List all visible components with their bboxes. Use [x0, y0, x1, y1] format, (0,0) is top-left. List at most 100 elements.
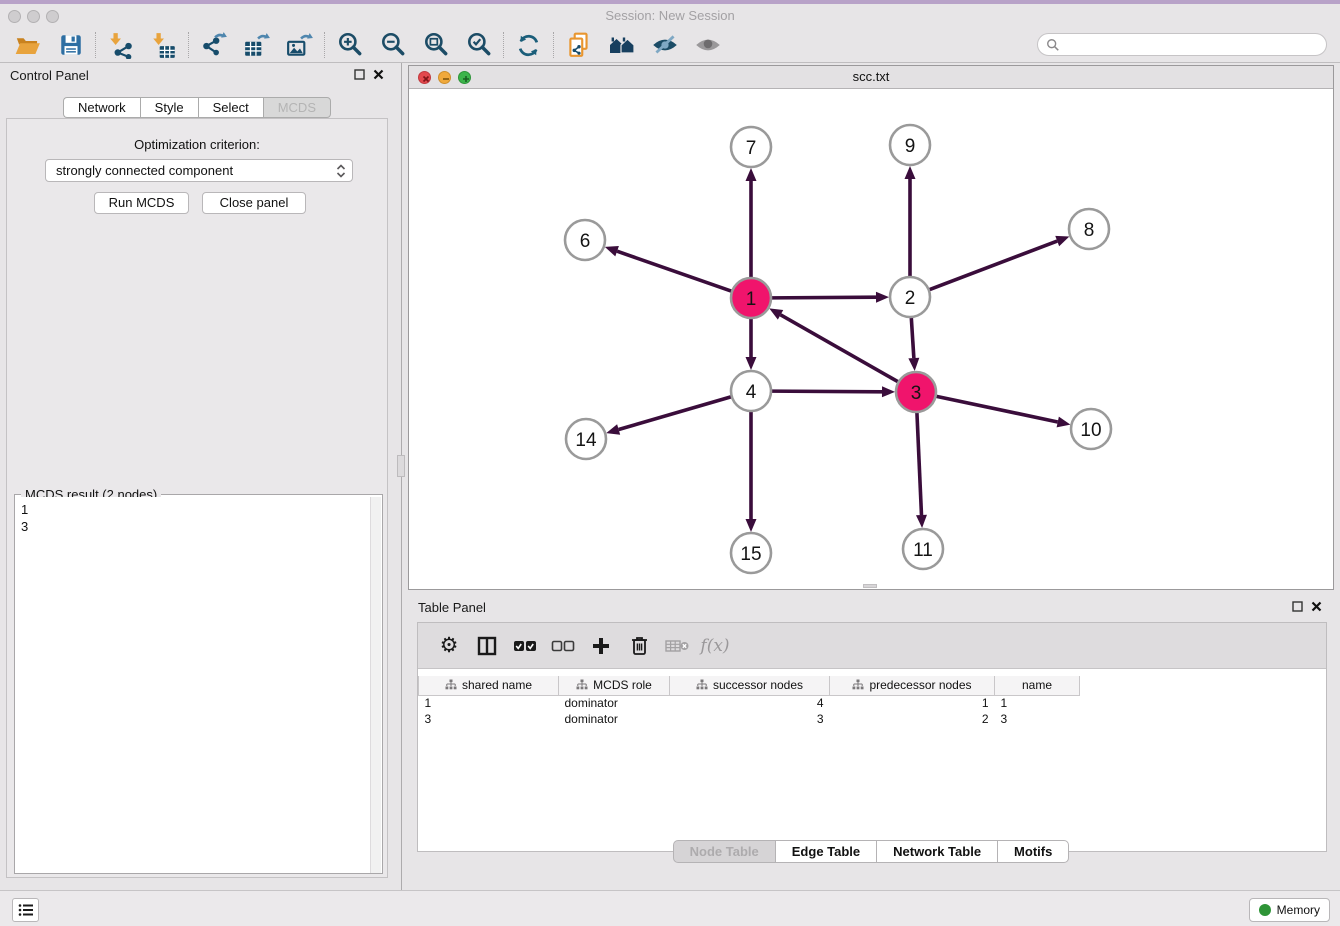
search-input[interactable]	[1060, 36, 1326, 54]
column-header-successor-nodes[interactable]: successor nodes	[670, 676, 830, 695]
table-cell[interactable]: 3	[995, 711, 1080, 727]
import-table-button[interactable]	[142, 30, 185, 60]
delete-table-button[interactable]	[658, 628, 696, 664]
first-neighbors-button[interactable]	[600, 30, 643, 60]
memory-label: Memory	[1277, 903, 1320, 917]
hide-selected-button[interactable]	[643, 30, 686, 60]
result-scrollbar[interactable]	[370, 497, 381, 873]
function-builder-button[interactable]: f(x)	[696, 628, 734, 664]
table-cell[interactable]: 2	[830, 711, 995, 727]
run-mcds-button[interactable]: Run MCDS	[94, 192, 189, 214]
node-label: 2	[905, 288, 916, 309]
table-settings-button[interactable]: ⚙	[430, 628, 468, 664]
deselect-all-button[interactable]	[544, 628, 582, 664]
table-cell[interactable]: 4	[670, 695, 830, 711]
edge-2-3[interactable]	[911, 318, 914, 358]
select-all-button[interactable]	[506, 628, 544, 664]
mcds-result-text[interactable]: 1 3	[15, 497, 370, 873]
close-panel-button[interactable]: Close panel	[202, 192, 306, 214]
edge-4-3[interactable]	[772, 391, 882, 392]
delete-table-icon	[665, 638, 689, 654]
task-history-button[interactable]	[12, 898, 39, 922]
network-graph[interactable]: 7968124314101511	[409, 89, 1333, 589]
eye-slash-icon	[650, 31, 680, 59]
optimization-criterion-label: Optimization criterion:	[0, 137, 394, 152]
delete-rows-button[interactable]	[620, 628, 658, 664]
tab-mcds[interactable]: MCDS	[263, 97, 331, 118]
column-view-button[interactable]	[468, 628, 506, 664]
edge-1-6[interactable]	[617, 251, 731, 291]
edge-1-2[interactable]	[772, 297, 876, 298]
table-cell[interactable]: 1	[995, 695, 1080, 711]
criterion-dropdown[interactable]: strongly connected component	[45, 159, 353, 182]
edge-4-14[interactable]	[619, 397, 731, 430]
table-cell[interactable]: 1	[419, 695, 559, 711]
table-cell[interactable]: 3	[670, 711, 830, 727]
table-tabs: Node TableEdge TableNetwork TableMotifs	[408, 840, 1334, 863]
network-window-title: scc.txt	[409, 69, 1333, 84]
zoom-in-button[interactable]	[328, 30, 371, 60]
refresh-view-button[interactable]	[507, 30, 550, 60]
close-panel-icon[interactable]	[373, 69, 384, 80]
network-resize-grip[interactable]	[863, 584, 877, 588]
table-row[interactable]: 3dominator323	[419, 711, 1080, 727]
open-session-button[interactable]	[6, 30, 49, 60]
export-table-button[interactable]	[235, 30, 278, 60]
tab-network-table[interactable]: Network Table	[876, 840, 997, 863]
tab-node-table[interactable]: Node Table	[673, 840, 775, 863]
node-label: 3	[911, 383, 922, 404]
network-canvas[interactable]: 7968124314101511	[409, 89, 1333, 589]
edge-3-11[interactable]	[917, 413, 922, 515]
window-title: Session: New Session	[0, 8, 1340, 23]
zoom-out-icon	[379, 31, 407, 59]
table-cell[interactable]: dominator	[559, 695, 670, 711]
table-row[interactable]: 1dominator411	[419, 695, 1080, 711]
edge-3-10[interactable]	[937, 396, 1058, 422]
table-cell[interactable]: 1	[830, 695, 995, 711]
edge-2-8[interactable]	[930, 241, 1058, 289]
search-box[interactable]	[1037, 33, 1327, 56]
list-icon	[18, 903, 34, 917]
import-network-button[interactable]	[99, 30, 142, 60]
status-bar: Memory	[0, 890, 1340, 926]
zoom-selected-button[interactable]	[457, 30, 500, 60]
float-panel-icon[interactable]	[1292, 601, 1303, 612]
eye-icon	[693, 31, 723, 59]
tab-network[interactable]: Network	[63, 97, 140, 118]
close-panel-icon[interactable]	[1311, 601, 1322, 612]
column-header-MCDS-role[interactable]: MCDS role	[559, 676, 670, 695]
memory-button[interactable]: Memory	[1249, 898, 1330, 922]
tab-edge-table[interactable]: Edge Table	[775, 840, 876, 863]
edge-3-1[interactable]	[781, 315, 898, 382]
memory-status-icon	[1259, 904, 1271, 916]
zoom-fit-button[interactable]	[414, 30, 457, 60]
export-network-button[interactable]	[192, 30, 235, 60]
add-row-button[interactable]	[582, 628, 620, 664]
export-image-button[interactable]	[278, 30, 321, 60]
table-cell[interactable]: 3	[419, 711, 559, 727]
tab-select[interactable]: Select	[198, 97, 263, 118]
zoom-out-button[interactable]	[371, 30, 414, 60]
hierarchy-icon	[696, 679, 708, 690]
edge-arrow	[606, 424, 620, 435]
panel-splitter[interactable]	[394, 63, 408, 890]
toolbar-separator	[503, 32, 504, 58]
tab-motifs[interactable]: Motifs	[997, 840, 1069, 863]
column-view-icon	[477, 636, 497, 656]
tab-style[interactable]: Style	[140, 97, 198, 118]
show-all-button[interactable]	[686, 30, 729, 60]
hierarchy-icon	[445, 679, 457, 690]
column-header-name[interactable]: name	[995, 676, 1080, 695]
new-network-from-selection-button[interactable]	[557, 30, 600, 60]
node-table[interactable]: shared nameMCDS rolesuccessor nodesprede…	[418, 676, 1080, 727]
float-panel-icon[interactable]	[354, 69, 365, 80]
network-window-titlebar[interactable]: scc.txt	[409, 66, 1333, 89]
splitter-grip[interactable]	[397, 455, 405, 477]
node-label: 6	[580, 231, 591, 252]
node-label: 4	[746, 382, 757, 403]
table-cell[interactable]: dominator	[559, 711, 670, 727]
edge-arrow	[908, 358, 919, 371]
column-header-shared-name[interactable]: shared name	[419, 676, 559, 695]
save-session-button[interactable]	[49, 30, 92, 60]
column-header-predecessor-nodes[interactable]: predecessor nodes	[830, 676, 995, 695]
